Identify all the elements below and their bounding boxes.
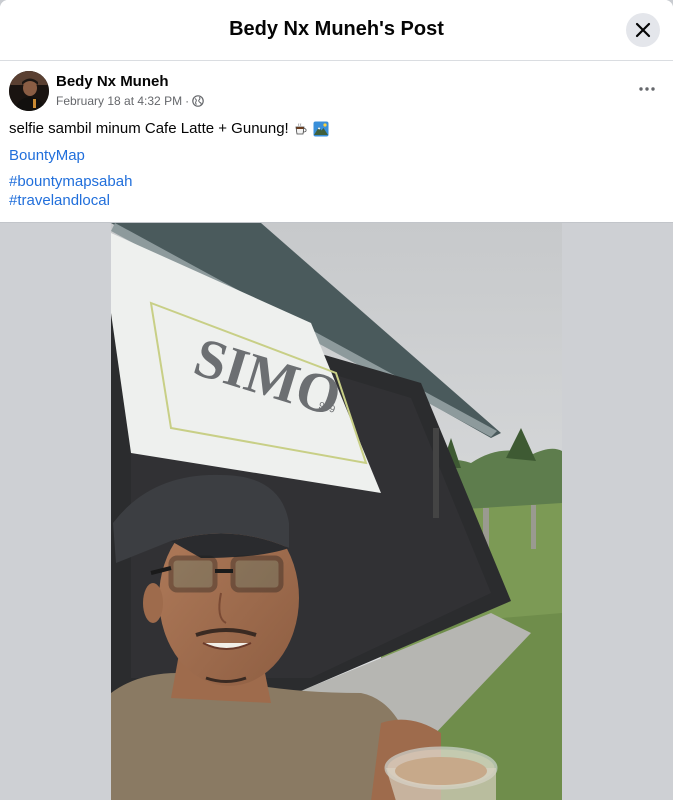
close-icon [635,22,651,38]
author-name[interactable]: Bedy Nx Muneh [56,73,169,90]
dialog-header: Bedy Nx Muneh's Post [0,0,673,61]
post-meta: February 18 at 4:32 PM · [56,94,204,108]
photo-viewer: SIMO 999 [0,222,673,800]
avatar-photo [9,71,49,111]
mountain-emoji-icon [313,121,329,136]
post-message: selfie sambil minum Cafe Latte + Gunung! [9,120,289,137]
post-timestamp[interactable]: February 18 at 4:32 PM [56,94,182,108]
hashtag-bountymapsabah[interactable]: #bountymapsabah [9,173,132,190]
selfie-photo: SIMO 999 [111,223,562,800]
post-body-text: selfie sambil minum Cafe Latte + Gunung! [9,120,329,137]
avatar[interactable] [9,71,49,111]
post-dialog: Bedy Nx Muneh's Post Bedy Nx Muneh Febru… [0,0,673,800]
post-header: Bedy Nx Muneh February 18 at 4:32 PM · [9,71,664,115]
post-photo[interactable]: SIMO 999 [111,223,562,800]
hashtag-travelandlocal[interactable]: #travelandlocal [9,192,110,209]
more-dots-icon [639,87,655,91]
dialog-title: Bedy Nx Muneh's Post [229,18,444,40]
close-button[interactable] [626,13,660,47]
bountymap-link[interactable]: BountyMap [9,147,85,164]
globe-icon[interactable] [192,95,204,107]
more-options-button[interactable] [633,79,661,99]
coffee-emoji-icon [295,122,307,134]
meta-separator: · [185,94,190,108]
